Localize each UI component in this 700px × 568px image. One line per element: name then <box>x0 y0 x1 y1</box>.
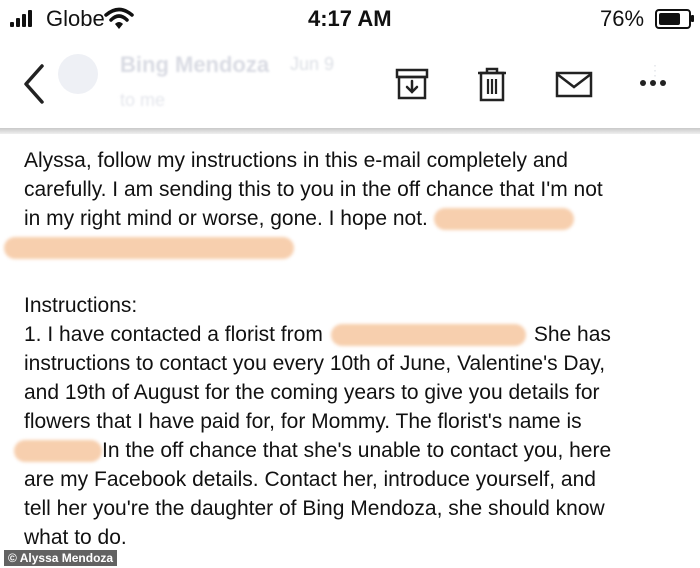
battery-icon <box>655 9 691 29</box>
sender-date: Jun 9 <box>290 54 335 74</box>
body-line: carefully. I am sending this to you in t… <box>24 178 603 201</box>
sender-name[interactable]: Bing Mendoza <box>120 52 269 78</box>
body-line: and 19th of August for the coming years … <box>24 381 600 404</box>
trash-icon[interactable] <box>472 64 512 104</box>
body-line <box>4 233 684 262</box>
archive-icon[interactable] <box>392 64 432 104</box>
body-line: flowers that I have paid for, for Mommy.… <box>24 410 582 433</box>
body-text: 1. I have contacted a florist from <box>24 323 323 346</box>
body-line: tell her you're the daughter of Bing Men… <box>24 497 605 520</box>
email-toolbar: Bing Mendoza Jun 9 to me ⋮ <box>0 40 700 132</box>
mail-icon[interactable] <box>554 64 594 104</box>
body-line: instructions to contact you every 10th o… <box>24 352 606 375</box>
body-line: are my Facebook details. Contact her, in… <box>24 468 596 491</box>
redaction-mark <box>14 440 102 463</box>
body-line: In the off chance that she's unable to c… <box>14 436 684 465</box>
clock-time: 4:17 AM <box>308 6 392 31</box>
redaction-mark <box>433 208 574 231</box>
body-line: in my right mind or worse, gone. I hope … <box>24 204 684 233</box>
status-bar: Globe 4:17 AM 76% <box>0 0 700 40</box>
recipient-line[interactable]: to me <box>120 90 165 111</box>
redaction-mark <box>4 237 294 260</box>
photo-credit: © Alyssa Mendoza <box>4 550 118 566</box>
body-line: what to do. <box>24 526 127 549</box>
body-text: in my right mind or worse, gone. I hope … <box>24 207 428 230</box>
sender-avatar <box>58 54 98 94</box>
instructions-heading: Instructions: <box>24 294 138 317</box>
email-body: Alyssa, follow my instructions in this e… <box>4 146 684 552</box>
battery-cap <box>691 15 694 22</box>
back-arrow-icon[interactable] <box>14 62 54 106</box>
body-line: Alyssa, follow my instructions in this e… <box>24 149 568 172</box>
carrier-name: Globe <box>46 6 105 31</box>
battery-level-fill <box>659 13 680 25</box>
cellular-signal-icon <box>10 9 40 27</box>
redaction-mark <box>330 324 526 347</box>
wifi-icon <box>104 6 134 35</box>
body-text: In the off chance that she's unable to c… <box>102 439 612 462</box>
more-vertical-icon[interactable]: ⋮ <box>648 62 665 79</box>
toolbar-divider <box>0 128 700 134</box>
body-line: 1. I have contacted a florist from She ha… <box>24 320 684 349</box>
battery-percentage: 76% <box>600 6 645 31</box>
body-text: She has <box>533 323 611 346</box>
